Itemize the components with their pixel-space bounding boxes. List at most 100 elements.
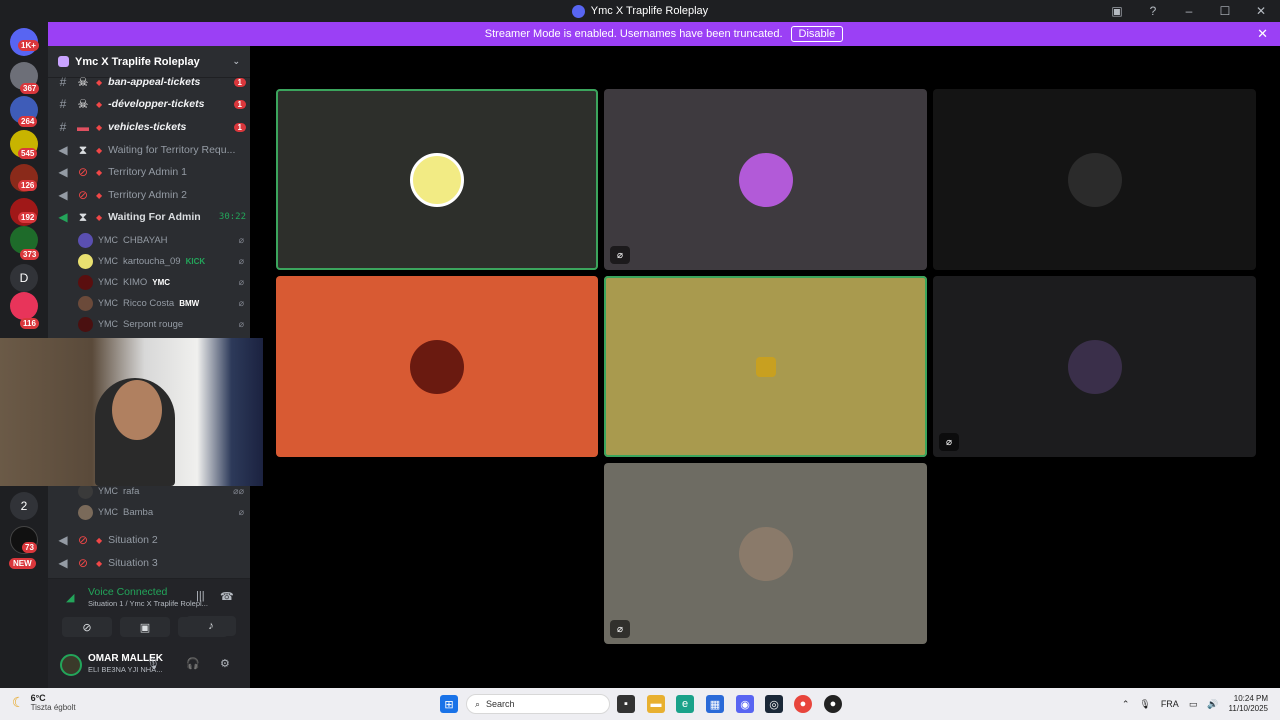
disconnect-icon[interactable]: ☎ — [220, 590, 234, 603]
weather-widget[interactable]: ☾ 6°C Tiszta égbolt — [12, 693, 76, 712]
taskbar-search[interactable]: ⌕ Search — [466, 694, 610, 714]
disable-button[interactable]: Disable — [790, 26, 844, 42]
channel-timer: 30:22 — [218, 212, 246, 222]
steam-icon[interactable]: ◎ — [765, 695, 783, 713]
file-explorer-icon[interactable]: ▬ — [647, 695, 665, 713]
speaker-icon: ◀ — [58, 165, 68, 179]
chrome-icon[interactable]: ● — [794, 695, 812, 713]
channel-name: Situation 3 — [108, 557, 158, 569]
no-entry-icon: ⊘ — [77, 556, 89, 570]
channel-name: -développer-tickets — [108, 98, 205, 110]
avatar — [78, 253, 93, 269]
mic-tray-icon[interactable]: 🎙 — [1139, 699, 1150, 710]
signal-icon[interactable]: ◢ — [66, 591, 74, 604]
channel-name: Territory Admin 1 — [108, 166, 187, 178]
diamond-icon: ◆ — [96, 77, 103, 87]
member-tag: YMC — [98, 507, 118, 517]
inbox-icon[interactable]: ▣ — [1106, 4, 1128, 18]
member-tag: YMC — [98, 235, 118, 245]
avatar — [78, 316, 93, 332]
help-icon[interactable]: ? — [1142, 4, 1164, 18]
streamer-head — [112, 380, 162, 440]
server-icon[interactable]: 2 — [10, 492, 38, 520]
task-view-icon[interactable]: ▪ — [617, 695, 635, 713]
video-tile[interactable]: ⌀ — [933, 276, 1256, 457]
minimize-button[interactable]: – — [1178, 4, 1200, 18]
microphone-icon[interactable]: 🎙 — [146, 657, 160, 670]
diamond-icon: ◆ — [96, 145, 103, 155]
speaker-icon: ◀ — [58, 210, 68, 224]
voice-channel[interactable]: ◀ ⊘ ◆ Territory Admin 1 — [56, 162, 246, 182]
video-tile[interactable] — [276, 89, 598, 270]
avatar — [78, 295, 93, 311]
channel-name: Situation 2 — [108, 534, 158, 546]
voice-channel[interactable]: ◀ ⊘ ◆ Situation 3 — [56, 553, 246, 573]
text-channel[interactable]: # ☠ ◆ -développer-tickets 1 — [56, 94, 246, 114]
discord-logo-icon — [571, 4, 585, 18]
diamond-icon: ◆ — [96, 212, 103, 222]
discord-window: Ymc X Traplife Roleplay ▣ ? – ☐ ✕ 1K+ 36… — [0, 0, 1280, 720]
clock[interactable]: 10:24 PM 11/10/2025 — [1229, 694, 1268, 714]
speaker-icon: ◀ — [58, 143, 68, 157]
unread-badge: 1 — [233, 122, 246, 132]
streamer-mode-banner: Streamer Mode is enabled. Usernames have… — [48, 22, 1280, 46]
diamond-icon: ◆ — [96, 535, 103, 545]
server-name: Ymc X Traplife Roleplay — [75, 55, 200, 68]
voice-connected-panel: ◢ Voice Connected Situation 1 / Ymc X Tr… — [48, 578, 250, 648]
volume-icon[interactable]: 🔊 — [1207, 699, 1218, 710]
store-icon[interactable]: ▦ — [706, 695, 724, 713]
settings-gear-icon[interactable]: ⚙ — [220, 657, 230, 670]
weather-desc: Tiszta égbolt — [30, 703, 76, 712]
voice-member[interactable]: YMC Ricco Costa BMW ⌀ — [78, 293, 244, 313]
voice-member[interactable]: YMC KIMO YMC ⌀ — [78, 272, 244, 292]
moon-icon: ☾ — [12, 694, 25, 710]
maximize-button[interactable]: ☐ — [1214, 4, 1236, 18]
video-tile[interactable] — [276, 276, 598, 457]
voice-channel[interactable]: ◀ ⧗ ◆ Waiting For Admin 30:22 — [56, 207, 246, 227]
participant-avatar — [738, 152, 793, 207]
text-channel[interactable]: # ▬ ◆ vehicles-tickets 1 — [56, 117, 246, 137]
voice-member[interactable]: YMC CHBAYAH ⌀ — [78, 230, 244, 250]
edge-icon[interactable]: e — [676, 695, 694, 713]
language-indicator[interactable]: FRA — [1161, 699, 1179, 709]
diamond-icon: ◆ — [96, 167, 103, 177]
video-tile[interactable] — [604, 276, 927, 457]
unread-badge: 1 — [233, 77, 246, 87]
chevron-up-icon[interactable]: ⌃ — [1122, 699, 1130, 710]
avatar — [78, 274, 93, 290]
text-channel[interactable]: # ☠ ◆ ban-appeal-tickets 1 — [56, 72, 246, 92]
close-window-button[interactable]: ✕ — [1250, 4, 1272, 18]
muted-mic-icon: ⌀ — [238, 506, 244, 517]
close-icon[interactable]: ✕ — [1257, 26, 1268, 42]
noise-suppression-icon[interactable]: ||| — [196, 590, 205, 602]
video-tile[interactable] — [933, 89, 1256, 270]
screen-share-button[interactable]: ▣ — [120, 617, 170, 637]
member-name: rafa — [123, 485, 140, 497]
video-tile[interactable]: ⌀ — [604, 463, 927, 644]
voice-channel[interactable]: ◀ ⧗ ◆ Waiting for Territory Requ... — [56, 140, 246, 160]
camera-button[interactable]: ⊘ — [62, 617, 112, 637]
video-tile[interactable]: ⌀ — [604, 89, 927, 270]
voice-status[interactable]: Voice Connected — [88, 586, 167, 598]
windows-start-icon[interactable]: ⊞ — [440, 695, 458, 713]
notification-badge: 192 — [18, 212, 38, 223]
avatar — [78, 504, 93, 520]
notification-badge: 1K+ — [18, 40, 39, 51]
user-avatar[interactable] — [60, 654, 82, 676]
voice-channel[interactable]: ◀ ⊘ ◆ Situation 2 — [56, 530, 246, 550]
headphones-icon[interactable]: 🎧 — [186, 657, 200, 670]
voice-channel[interactable]: ◀ ⊘ ◆ Territory Admin 2 — [56, 185, 246, 205]
server-icon[interactable] — [10, 292, 38, 320]
notification-badge: 73 — [22, 542, 37, 553]
app-icon[interactable]: ● — [824, 695, 842, 713]
participant-avatar — [410, 152, 464, 207]
voice-member[interactable]: YMC kartoucha_09 KICK ⌀ — [78, 251, 244, 271]
soundboard-button[interactable]: ♪ — [186, 616, 236, 636]
voice-member[interactable]: YMC Bamba ⌀ — [78, 502, 244, 522]
discord-icon[interactable]: ◉ — [736, 695, 754, 713]
channel-name: Waiting for Territory Requ... — [108, 144, 236, 156]
display-icon[interactable]: ▭ — [1189, 699, 1198, 710]
voice-member[interactable]: YMC Serpont rouge ⌀ — [78, 314, 244, 334]
server-icon[interactable]: D — [10, 264, 38, 292]
notification-badge: 373 — [20, 249, 40, 260]
